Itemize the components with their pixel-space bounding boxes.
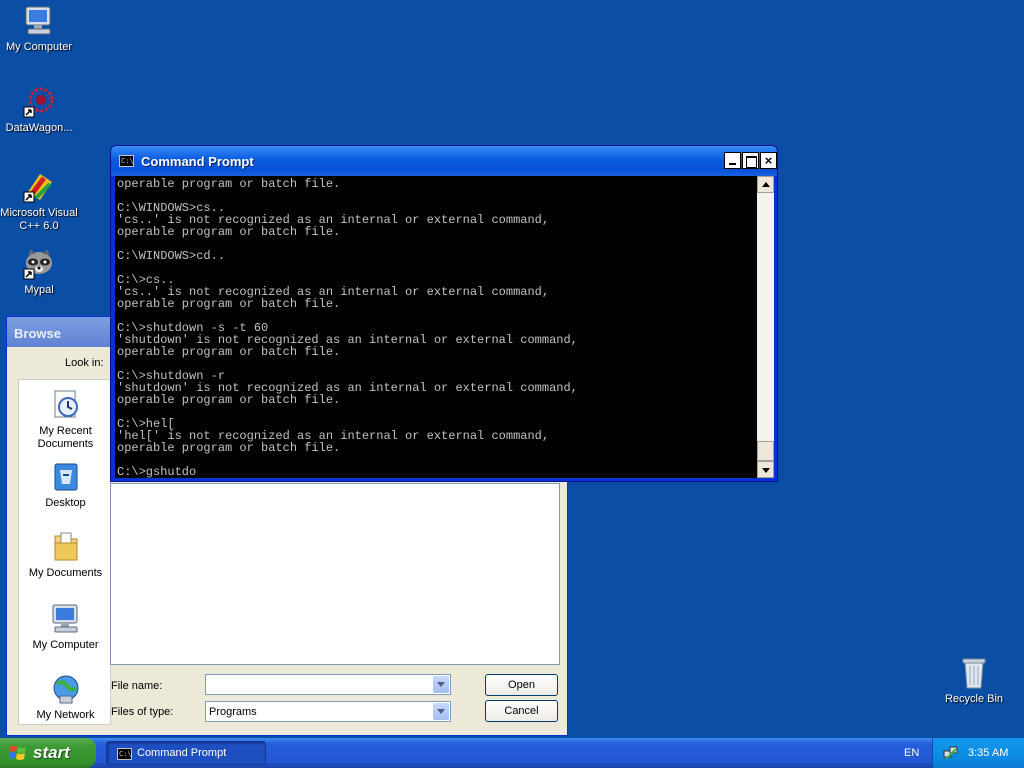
scroll-up-button[interactable] [757, 176, 774, 193]
raccoon-icon [22, 247, 56, 281]
place-my-documents[interactable]: My Documents [19, 530, 112, 580]
start-button[interactable]: start [0, 738, 96, 768]
recycle-bin-icon [957, 656, 991, 690]
place-my-computer[interactable]: My Computer [19, 602, 112, 652]
network-globe-icon [49, 672, 83, 706]
system-tray: 3:35 AM [932, 738, 1024, 768]
files-of-type-select[interactable]: Programs [205, 701, 451, 722]
look-in-label: Look in: [65, 357, 104, 369]
computer-icon [22, 4, 56, 38]
desktop-icon-mypal[interactable]: Mypal [0, 247, 79, 297]
chevron-down-icon[interactable] [433, 676, 449, 693]
place-label: My Computer [32, 639, 99, 651]
scroll-thumb[interactable] [757, 441, 774, 461]
desktop-icon-recycle-bin[interactable]: Recycle Bin [934, 656, 1014, 706]
file-list[interactable] [110, 483, 560, 665]
taskbar-item-label: Command Prompt [137, 747, 227, 759]
minimize-button[interactable] [724, 152, 741, 169]
computer-icon [49, 602, 83, 636]
file-name-label: File name: [111, 680, 163, 692]
desktop-icon-datawagon[interactable]: DataWagon... [0, 85, 79, 135]
command-prompt-window: C:\ Command Prompt × operable program or… [110, 145, 778, 482]
chevron-down-icon[interactable] [433, 703, 449, 720]
desktop-icon-label: My Computer [5, 41, 73, 53]
cancel-button[interactable]: Cancel [485, 700, 558, 722]
open-button[interactable]: Open [485, 674, 558, 696]
desktop-icon [49, 460, 83, 494]
windows-logo-icon [9, 746, 26, 760]
start-label: start [33, 743, 70, 762]
desktop-icon-label: DataWagon... [5, 122, 73, 134]
place-desktop[interactable]: Desktop [19, 460, 112, 510]
place-label: My Documents [28, 567, 103, 579]
desktop-icon-label: Microsoft Visual C++ 6.0 [0, 207, 78, 232]
window-title: Command Prompt [141, 154, 254, 169]
visual-cpp-icon [22, 170, 56, 204]
scroll-down-button[interactable] [757, 461, 774, 478]
title-bar[interactable]: C:\ Command Prompt × [111, 146, 777, 176]
desktop-icon-label: Recycle Bin [944, 693, 1004, 705]
taskbar: start C:\ Command Prompt EN 3:35 AM [0, 738, 1024, 768]
language-indicator[interactable]: EN [904, 747, 919, 759]
desktop-icon-label: Mypal [24, 284, 54, 296]
files-of-type-label: Files of type: [111, 706, 174, 718]
datawagon-icon [22, 85, 56, 119]
console-output[interactable]: operable program or batch file. C:\WINDO… [115, 176, 757, 478]
my-documents-icon [49, 530, 83, 564]
vertical-scrollbar[interactable] [757, 176, 774, 478]
desktop-icon-my-computer[interactable]: My Computer [0, 4, 79, 54]
place-label: My Recent Documents [37, 425, 94, 450]
taskbar-item-command-prompt[interactable]: C:\ Command Prompt [106, 741, 266, 765]
files-of-type-value: Programs [209, 706, 257, 718]
console-text: operable program or batch file. C:\WINDO… [117, 177, 578, 478]
clock[interactable]: 3:35 AM [968, 747, 1008, 759]
place-my-recent-documents[interactable]: My Recent Documents [19, 388, 112, 451]
places-bar: My Recent Documents Desktop My Documents… [18, 379, 111, 725]
console-app-icon: C:\ [117, 748, 132, 760]
network-connection-icon[interactable] [943, 745, 959, 761]
file-name-combo[interactable] [205, 674, 451, 695]
maximize-button[interactable] [742, 152, 759, 169]
place-label: My Network [36, 709, 95, 721]
recent-documents-icon [49, 388, 83, 422]
close-button[interactable]: × [760, 152, 777, 169]
place-label: Desktop [45, 497, 86, 509]
console-app-icon: C:\ [119, 155, 134, 167]
desktop-icon-visual-cpp[interactable]: Microsoft Visual C++ 6.0 [0, 170, 79, 233]
place-my-network[interactable]: My Network [19, 672, 112, 722]
